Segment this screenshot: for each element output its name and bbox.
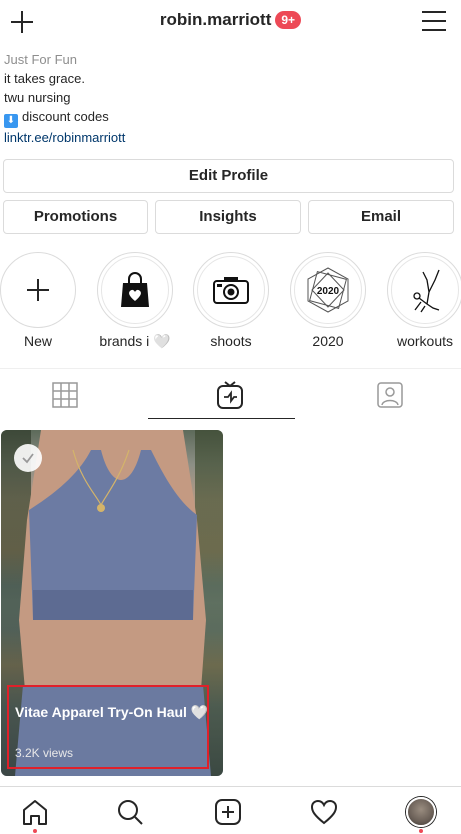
search-icon <box>118 800 143 825</box>
username-header[interactable]: robin.marriott 9+ <box>0 10 461 30</box>
top-bar: robin.marriott 9+ <box>0 0 461 44</box>
nav-profile[interactable] <box>404 795 438 829</box>
avatar <box>406 797 436 827</box>
tab-tagged[interactable] <box>330 369 450 421</box>
highlight-inner-ring <box>391 256 459 324</box>
highlight-new[interactable]: New <box>0 252 78 349</box>
bio-link[interactable]: linktr.ee/robinmarriott <box>4 128 454 147</box>
nav-new-post[interactable] <box>211 795 245 829</box>
heart-icon <box>310 799 338 825</box>
bio-line: twu nursing <box>4 90 71 105</box>
video-views: 3.2K views <box>15 746 74 760</box>
2020-badge-text: 2020 <box>317 286 340 297</box>
plus-icon <box>27 279 49 301</box>
highlight-label: brands i 🤍 <box>99 333 171 349</box>
bio-category: Just For Fun <box>4 52 77 67</box>
highlight-brands[interactable]: brands i 🤍 <box>95 252 175 350</box>
highlight-workouts[interactable]: workouts <box>385 252 461 349</box>
nav-search[interactable] <box>113 795 147 829</box>
bio-discount-text: discount codes <box>22 109 109 124</box>
email-button[interactable]: Email <box>308 200 454 234</box>
highlight-inner-ring: 2020 <box>294 256 362 324</box>
selected-check-icon <box>14 444 42 472</box>
bio-line: it takes grace. <box>4 71 85 86</box>
highlight-shoots[interactable]: shoots <box>191 252 271 349</box>
tab-igtv[interactable] <box>170 369 290 421</box>
igtv-icon <box>217 381 243 409</box>
down-arrow-icon: ⬇ <box>4 114 18 128</box>
highlight-circle <box>387 252 461 328</box>
notification-badge: 9+ <box>275 11 302 29</box>
yoga-pose-icon <box>413 269 440 313</box>
home-icon <box>23 800 47 825</box>
grid-icon <box>52 382 78 408</box>
highlight-label: 2020 <box>312 333 344 349</box>
shopping-bag-icon <box>121 272 149 307</box>
username[interactable]: robin.marriott <box>160 10 271 29</box>
highlight-circle: 2020 <box>290 252 366 328</box>
profile-bio: Just For Fun it takes grace. twu nursing… <box>4 50 454 147</box>
nav-activity[interactable] <box>307 795 341 829</box>
highlight-inner-ring <box>197 256 265 324</box>
profile-tabs <box>0 368 461 420</box>
active-tab-indicator <box>148 418 295 419</box>
home-notification-dot <box>33 829 37 833</box>
highlight-2020[interactable]: 2020 2020 <box>288 252 368 349</box>
highlight-inner-ring <box>101 256 169 324</box>
tagged-icon <box>377 382 403 408</box>
highlight-circle <box>193 252 269 328</box>
highlight-label: New <box>23 333 52 349</box>
highlight-label: workouts <box>396 333 454 349</box>
promotions-button[interactable]: Promotions <box>3 200 148 234</box>
highlight-label: shoots <box>210 333 252 349</box>
highlight-circle <box>97 252 173 328</box>
bottom-nav <box>0 786 461 834</box>
nav-home[interactable] <box>18 795 52 829</box>
highlight-circle <box>0 252 76 328</box>
new-post-icon <box>215 799 241 825</box>
edit-profile-button[interactable]: Edit Profile <box>3 159 454 193</box>
menu-icon[interactable] <box>421 10 447 32</box>
checkmark-icon <box>22 453 34 464</box>
video-title: Vitae Apparel Try-On Haul 🤍 <box>15 704 209 720</box>
tab-grid[interactable] <box>5 369 125 421</box>
igtv-video-tile[interactable]: Vitae Apparel Try-On Haul 🤍 3.2K views <box>1 430 223 776</box>
insights-button[interactable]: Insights <box>155 200 301 234</box>
profile-notification-dot <box>419 829 423 833</box>
2020-badge-icon: 2020 <box>307 267 349 313</box>
bio-line: ⬇ discount codes <box>4 107 454 128</box>
camera-icon <box>213 277 249 304</box>
